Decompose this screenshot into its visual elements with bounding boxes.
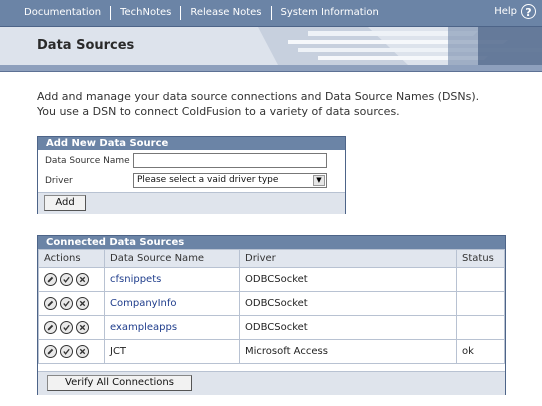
- row-actions: [38, 339, 105, 364]
- page-title: Data Sources: [37, 38, 135, 53]
- help-icon[interactable]: ?: [521, 4, 536, 19]
- delete-icon[interactable]: [76, 345, 89, 358]
- intro-text: Add and manage your data source connecti…: [37, 89, 507, 119]
- add-button[interactable]: Add: [44, 195, 86, 211]
- page-header: Data Sources: [0, 27, 542, 65]
- status-cell: ok: [456, 339, 505, 364]
- driver-cell: ODBCSocket: [239, 291, 457, 316]
- add-button-bar: Add: [38, 192, 345, 214]
- driver-cell: ODBCSocket: [239, 315, 457, 340]
- table-row: exampleapps ODBCSocket: [38, 315, 505, 340]
- connected-data-sources-panel: Connected Data Sources Actions Data Sour…: [37, 235, 506, 395]
- table-header-row: Actions Data Source Name Driver Status: [38, 249, 505, 268]
- edit-icon[interactable]: [44, 321, 57, 334]
- nav-documentation[interactable]: Documentation: [0, 6, 112, 20]
- column-header-actions: Actions: [38, 249, 105, 268]
- name-row: Data Source Name: [38, 152, 345, 170]
- driver-select[interactable]: Please select a vaid driver type ▼: [133, 173, 327, 188]
- row-actions: [38, 291, 105, 316]
- driver-label: Driver: [45, 176, 73, 186]
- driver-selected-value: Please select a vaid driver type: [137, 175, 279, 185]
- connected-panel-title: Connected Data Sources: [38, 236, 505, 249]
- verify-icon[interactable]: [60, 273, 73, 286]
- column-header-status[interactable]: Status: [456, 249, 505, 268]
- chevron-down-icon[interactable]: ▼: [313, 175, 325, 186]
- help-link[interactable]: Help ?: [494, 4, 536, 19]
- driver-row: Driver Please select a vaid driver type …: [38, 172, 345, 190]
- row-actions: [38, 267, 105, 292]
- intro-line-1: Add and manage your data source connecti…: [37, 90, 480, 103]
- nav-system-information[interactable]: System Information: [272, 6, 388, 20]
- table-row: JCT Microsoft Access ok: [38, 339, 505, 364]
- header-divider: [0, 65, 542, 72]
- verify-icon[interactable]: [60, 321, 73, 334]
- delete-icon[interactable]: [76, 273, 89, 286]
- status-cell: [456, 315, 505, 340]
- add-panel-title: Add New Data Source: [38, 137, 345, 150]
- verify-all-connections-button[interactable]: Verify All Connections: [47, 375, 192, 391]
- data-source-link[interactable]: exampleapps: [104, 315, 240, 340]
- edit-icon[interactable]: [44, 345, 57, 358]
- nav-release-notes[interactable]: Release Notes: [181, 6, 272, 20]
- table-row: CompanyInfo ODBCSocket: [38, 291, 505, 316]
- data-source-name-cell[interactable]: JCT: [104, 339, 240, 364]
- data-source-link[interactable]: cfsnippets: [104, 267, 240, 292]
- data-source-name-input[interactable]: [133, 153, 327, 168]
- driver-cell: ODBCSocket: [239, 267, 457, 292]
- add-data-source-panel: Add New Data Source Data Source Name Dri…: [37, 136, 346, 214]
- top-nav: Documentation TechNotes Release Notes Sy…: [0, 0, 542, 27]
- edit-icon[interactable]: [44, 273, 57, 286]
- nav-links: Documentation TechNotes Release Notes Sy…: [0, 0, 388, 26]
- data-source-link[interactable]: CompanyInfo: [104, 291, 240, 316]
- column-header-driver[interactable]: Driver: [239, 249, 457, 268]
- status-cell: [456, 291, 505, 316]
- data-source-name-label: Data Source Name: [45, 156, 130, 166]
- status-cell: [456, 267, 505, 292]
- data-sources-table: Actions Data Source Name Driver Status c…: [38, 249, 505, 364]
- header-decoration: [248, 27, 542, 65]
- table-row: cfsnippets ODBCSocket: [38, 267, 505, 292]
- nav-technotes[interactable]: TechNotes: [111, 6, 182, 20]
- edit-icon[interactable]: [44, 297, 57, 310]
- verify-button-bar: Verify All Connections: [38, 371, 505, 395]
- column-header-name[interactable]: Data Source Name: [104, 249, 240, 268]
- verify-icon[interactable]: [60, 297, 73, 310]
- delete-icon[interactable]: [76, 321, 89, 334]
- driver-cell: Microsoft Access: [239, 339, 457, 364]
- verify-icon[interactable]: [60, 345, 73, 358]
- intro-line-2: You use a DSN to connect ColdFusion to a…: [37, 105, 400, 118]
- row-actions: [38, 315, 105, 340]
- help-label: Help: [494, 6, 517, 17]
- delete-icon[interactable]: [76, 297, 89, 310]
